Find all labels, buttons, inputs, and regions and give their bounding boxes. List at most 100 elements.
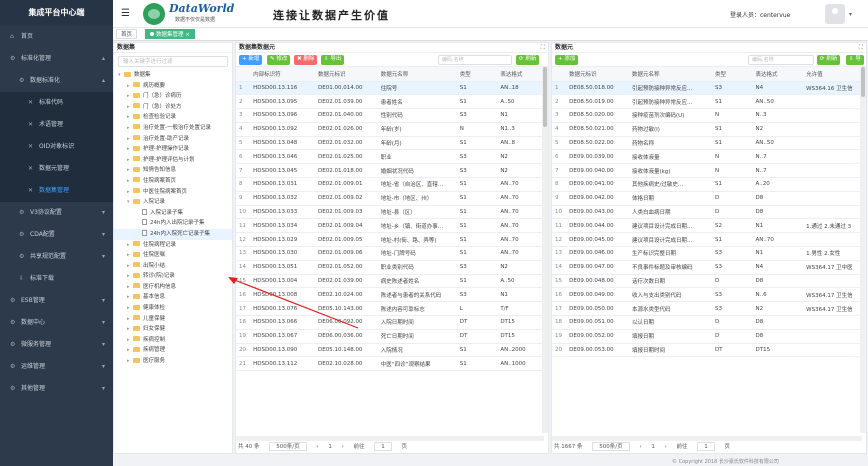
table-row[interactable]: 1 HDSD00.13.116 DE01.00.014.00 住院号 S1 AN..18 [236,81,548,96]
column-header[interactable]: 数据元标识 [566,67,629,82]
table-row[interactable]: 17 DE09.00.050.00 本源水类型代码 S3 N2 WS364.17 卫生信 [552,301,866,317]
sidebar-item[interactable]: ⚙ 其他管理 ▾ [0,378,113,400]
column-header[interactable]: 允许值 [803,67,866,82]
tree-node[interactable]: ▸ 出院小结 [114,261,232,272]
page-number[interactable]: 1 [651,444,655,450]
table-row[interactable]: 15 HDSD00.13.004 DE02.01.039.00 病史陈述者姓名 S1 A.… [236,274,548,289]
sidebar-item[interactable]: ⚙ V3协议配置 ▾ [0,202,113,224]
tree-node[interactable]: ▸ 治疗处置-一般治疗处置记录 [114,123,232,134]
table-row[interactable]: 13 DE09.00.046.00 生产标识完整日期 S3 N1 1.男性 2.女性 [552,246,866,261]
table-row[interactable]: 17 HDSD00.13.076 DE05.10.143.00 陈述内容可靠标志 L T/… [236,301,548,317]
tab-dataset-management[interactable]: 数据集管理 × [145,29,195,39]
add-button[interactable]: + 新增 [239,55,263,65]
sidebar-item[interactable]: ⚙ 标准化管理 ▴ [0,48,113,70]
sidebar-item[interactable]: ⚙ 数据中心 ▾ [0,312,113,334]
table-row[interactable]: 11 DE09.00.044.00 建议项目设计完成日期… S2 N1 1.通过 2.未通… [552,218,866,234]
add-element-button[interactable]: + 添加 [555,55,579,65]
sidebar-item[interactable]: ✕ 数据元管理 [0,158,113,180]
table-row[interactable]: 16 HDSD00.13.008 DE02.10.024.00 陈述者与患者的关系代码… [236,287,548,303]
table-row[interactable]: 7 HDSD00.13.045 DE02.01.018.00 婚姻状况代码 S3 N2 [236,163,548,179]
tree-node[interactable]: ▸ 治疗处置-助产记录 [114,134,232,145]
table-row[interactable]: 7 DE09.00.040.00 接收体液量(kg) N N..7 [552,163,866,179]
column-header[interactable]: 类型 [712,67,753,82]
sidebar-item[interactable]: ✕ OID对象标识 [0,136,113,158]
table-row[interactable]: 20 HDSD00.13.090 DE05.10.148.00 入院情况 S1 AN..2… [236,343,548,358]
tree-node[interactable]: ▸ 医疗服务 [114,356,232,367]
refresh-button[interactable]: ⟳ 刷新 [817,55,841,65]
hamburger-icon[interactable]: ☰ [121,8,130,19]
goto-input[interactable]: 1 [697,442,715,451]
delete-button[interactable]: ✖ 删除 [294,55,318,65]
tree-node[interactable]: ▸ 疾病控制 [114,335,232,346]
table-row[interactable]: 6 DE09.00.039.00 接收体液量 N N..7 [552,149,866,165]
goto-input[interactable]: 1 [374,442,392,451]
tree-node[interactable]: ▸ 中医住院病案首页 [114,187,232,198]
tree-node[interactable]: 24h内入出院记录子集 [114,218,232,229]
table-row[interactable]: 9 HDSD00.13.032 DE02.01.009.02 地址-市（地区、州） S1… [236,191,548,206]
sidebar-item[interactable]: ⚙ ESB管理 ▾ [0,290,113,312]
edit-button[interactable]: ✎ 修改 [267,55,291,65]
tree-node[interactable]: ▸ 门（急）诊病历 [114,91,232,102]
column-header[interactable]: 类型 [456,67,498,82]
fullscreen-icon[interactable]: ⛶ [859,43,863,53]
sidebar-item[interactable]: ⚙ CDA配置 ▾ [0,224,113,246]
avatar[interactable] [825,4,845,24]
vertical-scrollbar[interactable] [860,67,866,433]
search-input[interactable]: 编码,名称 [748,55,814,65]
tree-node[interactable]: ▸ 儿童保健 [114,314,232,325]
table-row[interactable]: 8 DE09.00.041.00 其他疾病史/过敏史… S1 A..20 [552,177,866,192]
table-row[interactable]: 6 HDSD00.13.046 DE02.01.025.00 职业 S3 N2 [236,149,548,165]
sidebar-item[interactable]: ⇩ 标准下载 [0,268,113,290]
table-row[interactable]: 5 DE08.50.022.00 药物名称 S1 AN..50 [552,136,866,151]
table-row[interactable]: 4 DE08.50.021.00 药物过敏(I) S1 N2 [552,122,866,137]
table-row[interactable]: 14 HDSD00.13.051 DE02.01.052.00 职业类别代码 S3 N2 [236,260,548,275]
table-row[interactable]: 14 DE09.00.047.00 不良事件标题及审核编码 S3 N4 WS364.17 … [552,260,866,275]
tree-node[interactable]: 入院记录子集 [114,208,232,219]
tree-node[interactable]: ▸ 妇女保健 [114,324,232,335]
sidebar-item[interactable]: ⚙ 运维管理 ▾ [0,356,113,378]
vertical-scrollbar[interactable] [542,67,548,433]
tree-node[interactable]: ▾ 入院记录 [114,197,232,208]
sidebar-item[interactable]: ⚙ 共享规范配置 ▾ [0,246,113,268]
tree-node[interactable]: ▸ 转诊(院)记录 [114,271,232,282]
column-header[interactable]: 数据元名称 [628,67,713,82]
column-header[interactable]: 表达格式 [752,67,804,82]
prev-page-icon[interactable]: ‹ [316,444,318,450]
table-row[interactable]: 19 DE09.00.052.00 填报日期 D D8 [552,329,866,344]
table-row[interactable]: 5 HDSD00.13.048 DE02.01.032.00 年龄(月) S1 AN..8 [236,136,548,151]
tree-node[interactable]: ▸ 住院病案首页 [114,176,232,187]
page-size-select[interactable]: 500条/页 [269,442,307,451]
tree-node[interactable]: 24h内入院死亡记录子集 [114,228,232,240]
table-row[interactable]: 21 HDSD00.13.112 DE02.10.028.00 中医“四诊”观察结果 S… [236,356,548,372]
tree-node[interactable]: ▸ 疾病管理 [114,345,232,356]
tree-node[interactable]: ▸ 基本信息 [114,292,232,303]
table-row[interactable]: 2 HDSD00.13.095 DE02.01.039.00 患者姓名 S1 A..50 [236,94,548,110]
column-header[interactable]: 数据元名称 [377,67,457,82]
table-row[interactable]: 18 HDSD00.13.066 DE06.00.092.00 入院日期时间 DT DT1… [236,315,548,330]
refresh-button[interactable]: ⟳ 刷新 [516,55,540,65]
column-header[interactable]: 数据元标识 [315,67,378,82]
tree-node[interactable]: ▾ 数据集 [114,70,232,81]
tree-node[interactable]: ▸ 住院医嘱 [114,250,232,261]
search-input[interactable]: 编码,名称 [438,55,512,65]
tree-node[interactable]: ▸ 护理-护理操作记录 [114,144,232,155]
prev-page-icon[interactable]: ‹ [639,444,641,450]
page-size-select[interactable]: 500条/页 [592,442,630,451]
table-row[interactable]: 10 HDSD00.13.033 DE02.01.009.03 地址-县（区） S1 AN… [236,205,548,220]
tree-node[interactable]: ▸ 住院病程记录 [114,240,232,251]
tree-node[interactable]: ▸ 健康体检 [114,303,232,314]
table-row[interactable]: 15 DE09.00.048.00 话疗次数日期 D D8 [552,274,866,289]
page-number[interactable]: 1 [328,444,332,450]
sidebar-item[interactable]: ✕ 标准代码 [0,92,113,114]
column-header[interactable]: 内部标识符 [250,67,315,82]
tree-node[interactable]: ▸ 病历概要 [114,81,232,92]
sidebar-item[interactable]: ⚙ 数据标准化 ▴ [0,70,113,92]
table-row[interactable]: 9 DE09.00.042.00 体格日期 D D8 [552,191,866,206]
tree-node[interactable]: ▸ 医疗机构信息 [114,282,232,293]
caret-down-icon[interactable]: ▾ [849,11,852,18]
table-row[interactable]: 12 DE09.00.045.00 建议项目设计完成日期… S1 AN..70 [552,232,866,248]
table-row[interactable]: 8 HDSD00.13.031 DE02.01.009.01 地址-省（自治区、直辖…… [236,177,548,192]
tree-node[interactable]: ▸ 知情告知信息 [114,165,232,176]
table-row[interactable]: 3 DE08.50.020.00 接种疫苗剂次编码(U) N N..3 [552,108,866,123]
sidebar-item[interactable]: ✕ 数据集管理 [0,180,113,202]
